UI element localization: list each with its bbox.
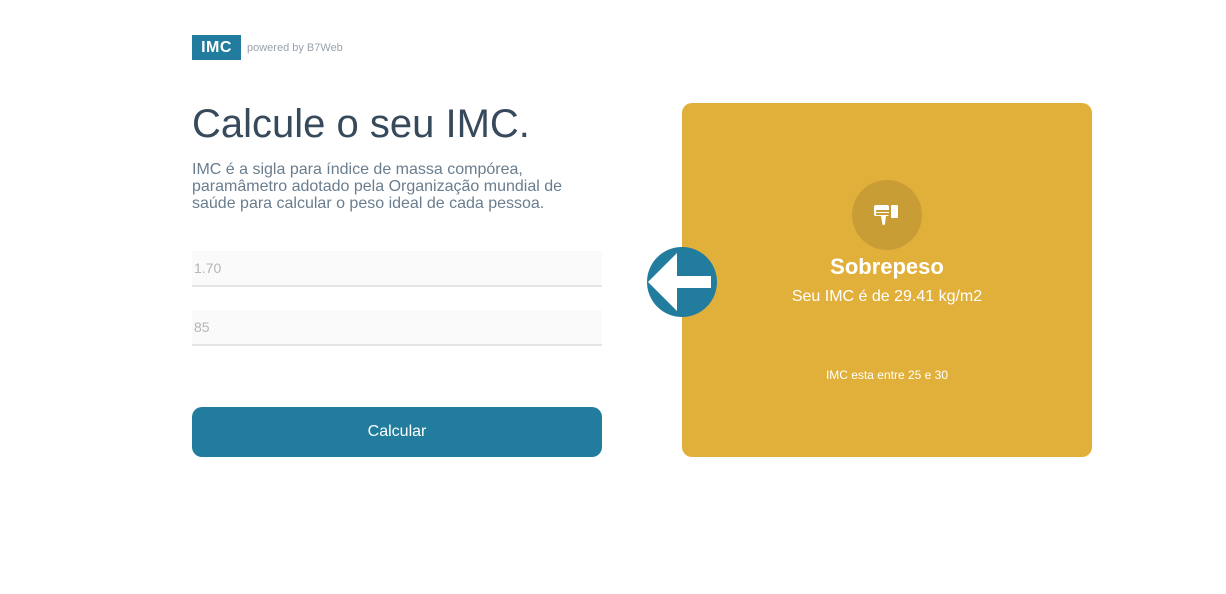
page-title: Calcule o seu IMC. — [192, 102, 530, 146]
result-title: Sobrepeso — [830, 254, 944, 279]
powered-by-text: powered by B7Web — [247, 42, 343, 54]
height-field[interactable] — [192, 251, 602, 287]
back-button[interactable] — [647, 247, 717, 317]
weight-input[interactable] — [192, 310, 602, 344]
result-range: IMC esta entre 25 e 30 — [825, 368, 949, 382]
result-card: Sobrepeso Seu IMC é de 29.41 kg/m2 IMC e… — [682, 103, 1092, 457]
imc-page: IMC powered by B7Web Calcule o seu IMC. … — [0, 0, 1226, 594]
height-input[interactable] — [192, 251, 602, 285]
calculate-button[interactable]: Calcular — [192, 407, 602, 457]
weight-field[interactable] — [192, 310, 602, 346]
arrow-left-icon — [648, 253, 711, 311]
result-icon-circle — [852, 180, 922, 250]
thumbs-down-icon — [874, 205, 898, 226]
result-value: Seu IMC é de 29.41 kg/m2 — [791, 288, 983, 305]
page-description: IMC é a sigla para índice de massa compó… — [192, 161, 563, 212]
logo: IMC — [192, 35, 241, 60]
